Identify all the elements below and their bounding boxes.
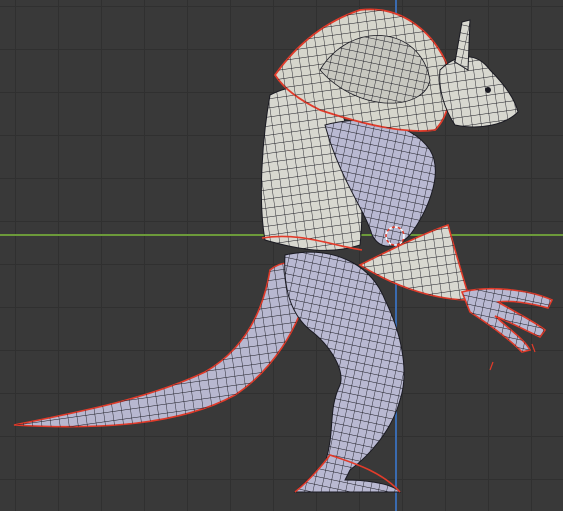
3d-viewport[interactable] xyxy=(0,0,563,511)
hand[interactable] xyxy=(460,287,554,353)
tail[interactable] xyxy=(13,262,311,428)
leg[interactable] xyxy=(284,251,405,493)
head[interactable] xyxy=(439,19,519,128)
eye xyxy=(485,87,491,93)
3d-cursor-icon[interactable] xyxy=(384,225,406,247)
creature-mesh[interactable] xyxy=(0,0,563,511)
